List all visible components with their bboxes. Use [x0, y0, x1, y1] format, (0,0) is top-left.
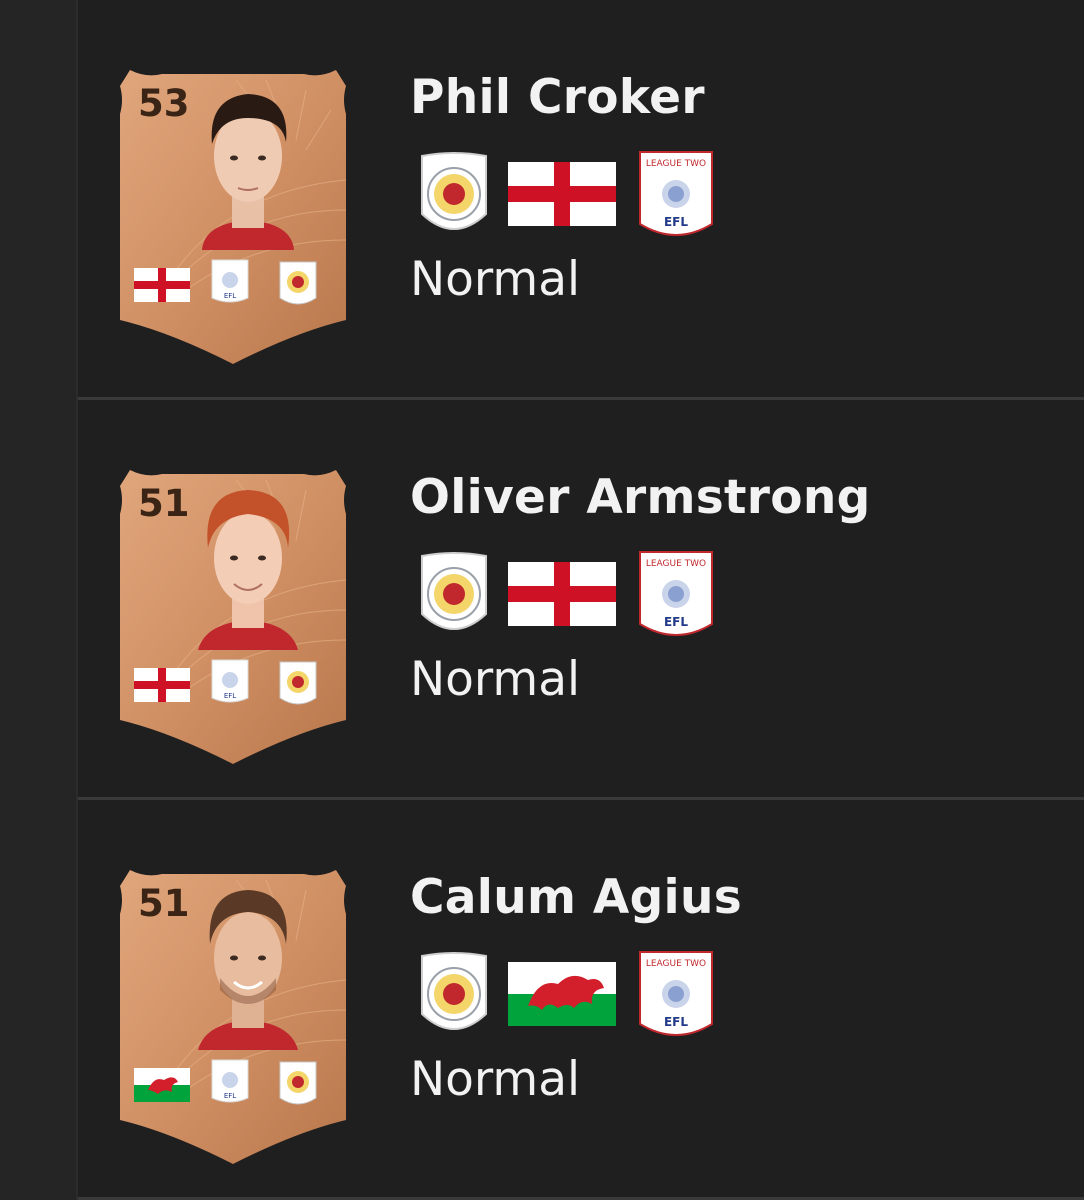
player-list: 53 EFL Phil Croker LEAGUE TWO EFL Normal	[78, 0, 1084, 1200]
card-type: Normal	[410, 252, 581, 307]
league-label-top: LEAGUE TWO	[646, 559, 706, 569]
england-flag-icon	[134, 268, 190, 302]
player-rating: 53	[138, 82, 190, 125]
player-card[interactable]: 51 EFL	[116, 870, 350, 1166]
player-rating: 51	[138, 882, 190, 925]
england-flag-icon[interactable]	[508, 162, 616, 226]
card-type: Normal	[410, 652, 581, 707]
player-row[interactable]: 53 EFL Phil Croker LEAGUE TWO EFL Normal	[78, 0, 1084, 400]
league-label-bottom: EFL	[664, 215, 688, 229]
player-badges: LEAGUE TWO EFL	[418, 148, 738, 248]
wales-flag-icon[interactable]	[508, 962, 616, 1026]
player-name[interactable]: Phil Croker	[410, 70, 705, 125]
player-row[interactable]: 51 EFL Oliver Armstrong LEAGUE TWO EFL No…	[78, 400, 1084, 800]
england-flag-icon[interactable]	[508, 562, 616, 626]
crewe-crest-icon[interactable]	[418, 952, 490, 1040]
league-two-icon[interactable]: LEAGUE TWO EFL	[636, 148, 716, 246]
crewe-crest-icon[interactable]	[418, 552, 490, 640]
svg-text:EFL: EFL	[224, 692, 236, 700]
league-two-icon: EFL	[211, 659, 249, 703]
card-type: Normal	[410, 1052, 581, 1107]
player-portrait	[198, 890, 298, 1050]
player-card[interactable]: 53 EFL	[116, 70, 350, 366]
player-name[interactable]: Oliver Armstrong	[410, 470, 871, 525]
crewe-crest-icon	[279, 261, 317, 305]
svg-text:EFL: EFL	[224, 1092, 236, 1100]
crewe-crest-icon[interactable]	[418, 152, 490, 240]
crewe-crest-icon	[279, 661, 317, 705]
league-two-icon[interactable]: LEAGUE TWO EFL	[636, 548, 716, 646]
player-row[interactable]: 51 EFL Calum Agius LEAGUE TWO EFL Normal	[78, 800, 1084, 1200]
england-flag-icon	[134, 668, 190, 702]
svg-text:EFL: EFL	[224, 292, 236, 300]
league-label-top: LEAGUE TWO	[646, 159, 706, 169]
wales-flag-icon	[134, 1068, 190, 1102]
player-rating: 51	[138, 482, 190, 525]
league-two-icon: EFL	[211, 1059, 249, 1103]
crewe-crest-icon	[279, 1061, 317, 1105]
player-badges: LEAGUE TWO EFL	[418, 948, 738, 1048]
league-label-top: LEAGUE TWO	[646, 959, 706, 969]
card-badges: EFL	[116, 252, 350, 312]
player-name[interactable]: Calum Agius	[410, 870, 742, 925]
league-label-bottom: EFL	[664, 615, 688, 629]
league-two-icon: EFL	[211, 259, 249, 303]
card-badges: EFL	[116, 652, 350, 712]
player-badges: LEAGUE TWO EFL	[418, 548, 738, 648]
league-label-bottom: EFL	[664, 1015, 688, 1029]
left-gutter	[0, 0, 78, 1200]
card-badges: EFL	[116, 1052, 350, 1112]
player-card[interactable]: 51 EFL	[116, 470, 350, 766]
player-portrait	[198, 490, 298, 650]
player-portrait	[202, 94, 294, 250]
league-two-icon[interactable]: LEAGUE TWO EFL	[636, 948, 716, 1046]
